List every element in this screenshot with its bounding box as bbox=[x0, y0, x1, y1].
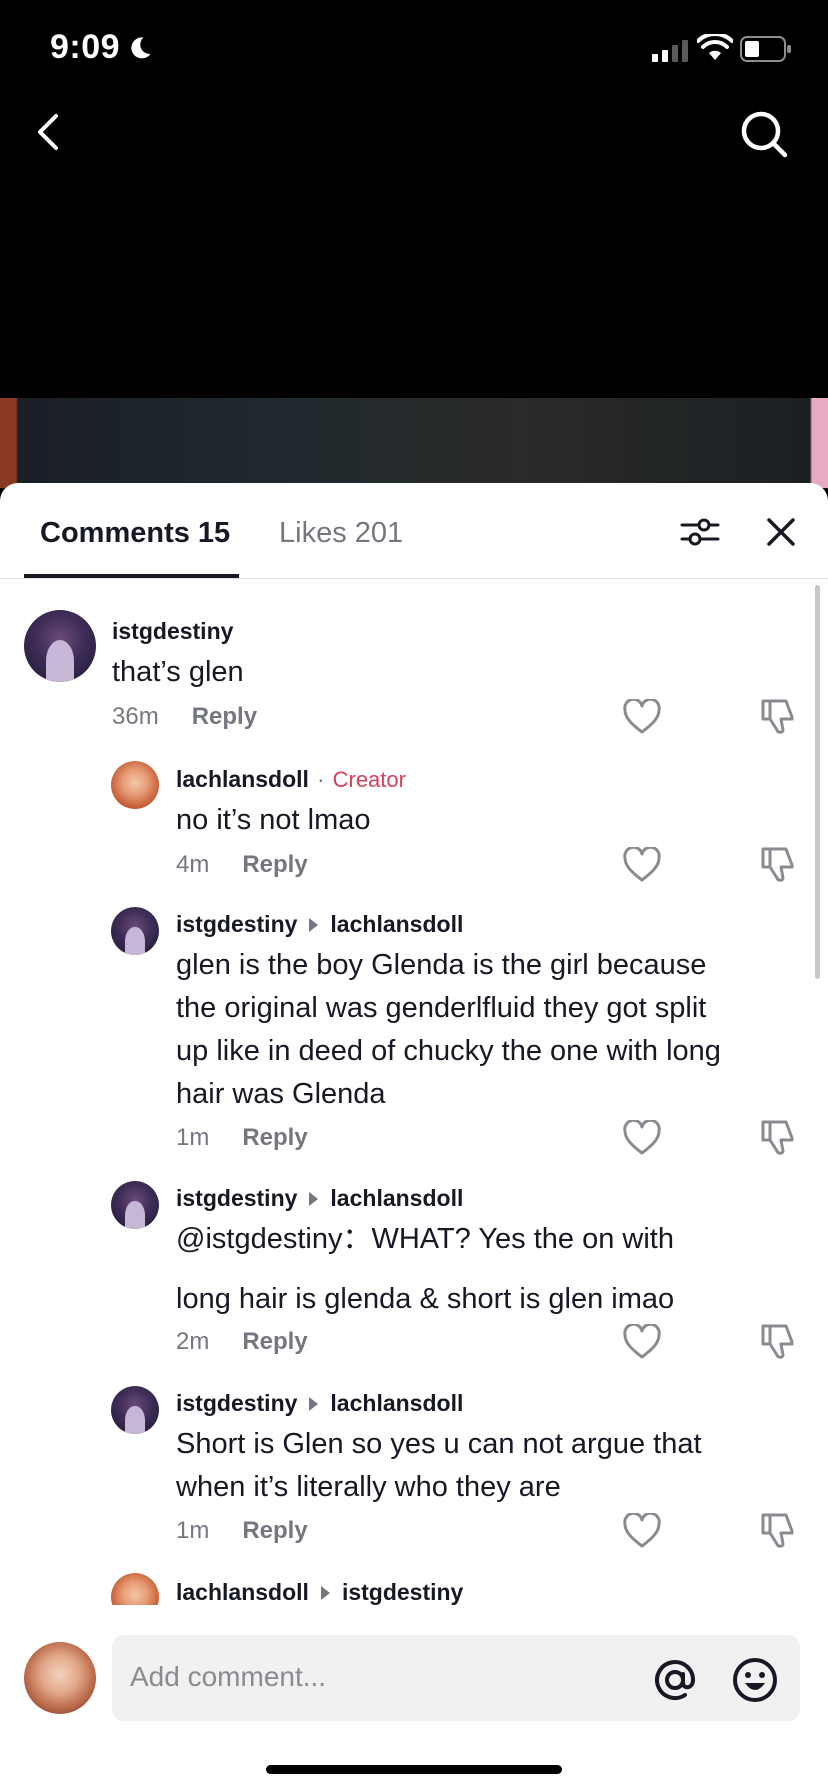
cellular-signal-icon bbox=[652, 38, 688, 62]
reply-button[interactable]: Reply bbox=[242, 851, 307, 879]
dislike-icon[interactable] bbox=[760, 697, 796, 735]
dislike-icon[interactable] bbox=[760, 1118, 796, 1156]
comment-meta: 36m Reply bbox=[112, 703, 257, 731]
comment-composer: Add comment... bbox=[0, 1605, 828, 1735]
moon-icon bbox=[131, 36, 151, 58]
heart-icon[interactable] bbox=[622, 847, 662, 883]
comment-text-line-2: long hair is glenda & short is glen imao bbox=[176, 1283, 675, 1315]
reply-button[interactable]: Reply bbox=[242, 1328, 307, 1356]
comment-time: 4m bbox=[176, 851, 210, 878]
avatar[interactable] bbox=[111, 761, 159, 809]
separator-dot: · bbox=[316, 766, 325, 792]
wifi-icon bbox=[697, 34, 733, 60]
username-text[interactable]: istgdestiny bbox=[112, 618, 233, 645]
dislike-icon[interactable] bbox=[760, 1511, 796, 1549]
reply-arrow-icon bbox=[309, 1191, 319, 1206]
reply-item: istgdestiny lachlansdoll Short is Glen s… bbox=[0, 1386, 828, 1551]
heart-icon[interactable] bbox=[622, 1120, 662, 1156]
reply-item: istgdestiny lachlansdoll glen is the boy… bbox=[0, 907, 828, 1177]
my-avatar bbox=[24, 1642, 96, 1714]
comment-time: 1m bbox=[176, 1517, 210, 1544]
comment-text: glen is the boy Glenda is the girl becau… bbox=[176, 949, 721, 1110]
close-icon[interactable] bbox=[764, 515, 798, 549]
comment-username[interactable]: lachlansdoll · Creator bbox=[176, 766, 406, 793]
back-icon[interactable] bbox=[28, 108, 68, 156]
comment-username[interactable]: istgdestiny bbox=[112, 618, 233, 645]
comment-username[interactable]: istgdestiny lachlansdoll bbox=[176, 911, 463, 938]
comment-username[interactable]: istgdestiny lachlansdoll bbox=[176, 1185, 463, 1212]
reply-button[interactable]: Reply bbox=[242, 1517, 307, 1545]
comment-meta: 4m Reply bbox=[176, 851, 308, 879]
comment-input-placeholder[interactable]: Add comment... bbox=[130, 1661, 326, 1693]
username-text[interactable]: lachlansdoll bbox=[176, 1579, 309, 1606]
comment-time: 2m bbox=[176, 1328, 210, 1355]
reply-item: lachlansdoll · Creator no it’s not lmao … bbox=[0, 761, 828, 911]
comment-text: that’s glen bbox=[112, 656, 244, 688]
tab-comments[interactable]: Comments 15 bbox=[40, 517, 230, 550]
home-indicator[interactable] bbox=[266, 1765, 562, 1774]
heart-icon[interactable] bbox=[622, 699, 662, 735]
active-tab-indicator bbox=[24, 574, 239, 578]
heart-icon[interactable] bbox=[622, 1513, 662, 1549]
reply-arrow-icon bbox=[309, 917, 319, 932]
comment-text: no it’s not lmao bbox=[176, 804, 371, 836]
comment-text-line-1: @istgdestiny：WHAT? Yes the on with bbox=[176, 1223, 674, 1255]
tab-likes[interactable]: Likes 201 bbox=[279, 517, 403, 550]
creator-badge: Creator bbox=[332, 766, 406, 792]
filter-icon[interactable] bbox=[680, 515, 720, 549]
reply-button[interactable]: Reply bbox=[242, 1124, 307, 1152]
tab-bar: Comments 15 Likes 201 bbox=[0, 483, 828, 579]
comment-time: 1m bbox=[176, 1124, 210, 1151]
video-preview[interactable] bbox=[0, 398, 828, 488]
search-icon[interactable] bbox=[738, 108, 790, 160]
avatar[interactable] bbox=[111, 907, 159, 955]
dislike-icon[interactable] bbox=[760, 1322, 796, 1360]
reply-to-username[interactable]: lachlansdoll bbox=[330, 1390, 463, 1417]
comment-time: 36m bbox=[112, 703, 159, 730]
comment-meta: 1m Reply bbox=[176, 1124, 308, 1152]
reply-to-username[interactable]: lachlansdoll bbox=[330, 1185, 463, 1212]
emoji-icon[interactable] bbox=[732, 1657, 778, 1703]
username-text[interactable]: istgdestiny bbox=[176, 1390, 297, 1417]
clock: 9:09 bbox=[50, 28, 121, 66]
comment-username[interactable]: lachlansdoll istgdestiny bbox=[176, 1579, 463, 1606]
battery-icon bbox=[740, 36, 791, 62]
username-text[interactable]: lachlansdoll bbox=[176, 766, 309, 793]
reply-item: istgdestiny lachlansdoll @istgdestiny：WH… bbox=[0, 1181, 828, 1359]
username-text[interactable]: istgdestiny bbox=[176, 911, 297, 938]
status-bar: 9:09 bbox=[0, 0, 828, 100]
avatar[interactable] bbox=[24, 610, 96, 682]
reply-button[interactable]: Reply bbox=[192, 703, 257, 731]
reply-arrow-icon bbox=[309, 1396, 319, 1411]
avatar[interactable] bbox=[111, 1386, 159, 1434]
comment-text: Short is Glen so yes u can not argue tha… bbox=[176, 1428, 702, 1503]
comment-meta: 1m Reply bbox=[176, 1517, 308, 1545]
username-text[interactable]: istgdestiny bbox=[176, 1185, 297, 1212]
heart-icon[interactable] bbox=[622, 1324, 662, 1360]
reply-to-username[interactable]: lachlansdoll bbox=[330, 911, 463, 938]
dislike-icon[interactable] bbox=[760, 845, 796, 883]
comment-meta: 2m Reply bbox=[176, 1328, 308, 1356]
comment-username[interactable]: istgdestiny lachlansdoll bbox=[176, 1390, 463, 1417]
status-time: 9:09 bbox=[50, 28, 154, 67]
at-icon[interactable] bbox=[652, 1657, 698, 1703]
reply-to-username[interactable]: istgdestiny bbox=[342, 1579, 463, 1606]
reply-arrow-icon bbox=[320, 1585, 330, 1600]
comments-sheet: Comments 15 Likes 201 istgdestiny that’s… bbox=[0, 483, 828, 1792]
comment-item: istgdestiny that’s glen 36m Reply bbox=[0, 610, 828, 760]
avatar[interactable] bbox=[111, 1181, 159, 1229]
